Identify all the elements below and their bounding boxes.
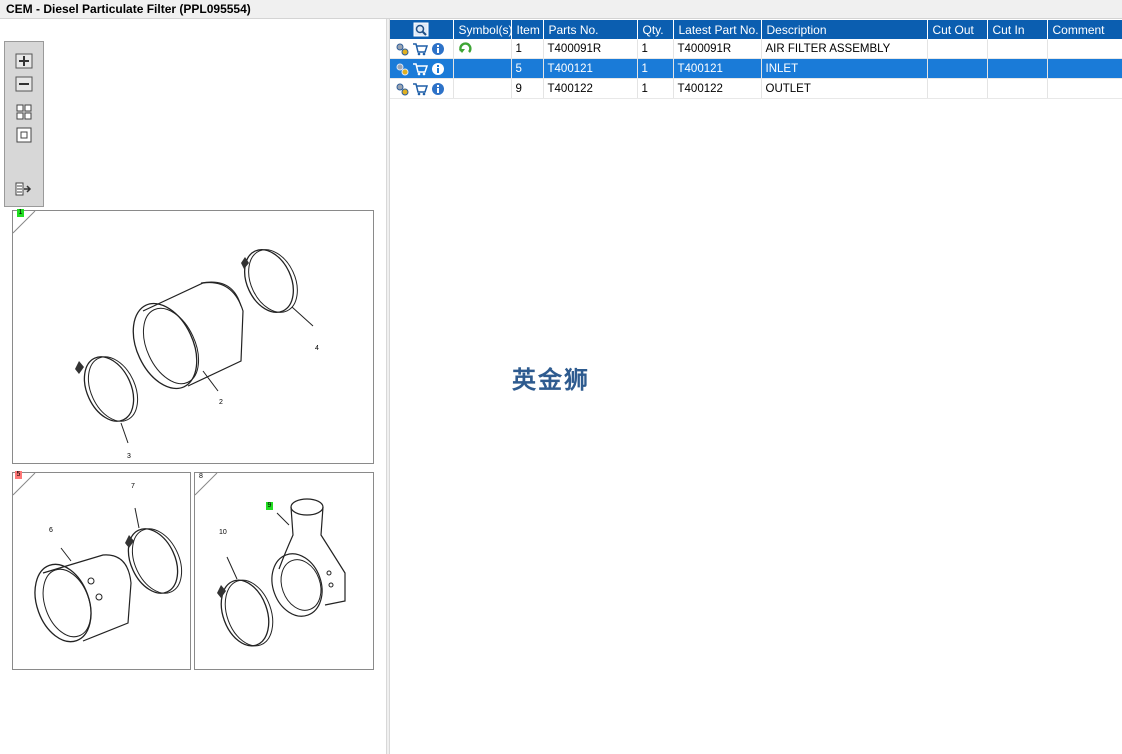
window-title-bar: CEM - Diesel Particulate Filter (PPL0955… bbox=[0, 0, 1122, 19]
item-badge[interactable]: 9 bbox=[266, 502, 273, 510]
latest-part-no-cell: T400121 bbox=[673, 58, 762, 79]
single-view-icon bbox=[16, 127, 32, 143]
parts-no-cell: T400122 bbox=[543, 78, 638, 99]
qty-cell: 1 bbox=[637, 78, 674, 99]
qty-cell: 1 bbox=[637, 58, 674, 79]
zoom-out-icon bbox=[15, 76, 33, 92]
cut-out-cell bbox=[927, 39, 988, 59]
figure-label: 8 bbox=[199, 473, 203, 480]
comment-cell bbox=[1047, 78, 1122, 99]
column-header-latest-part-no[interactable]: Latest Part No. bbox=[673, 20, 762, 39]
info-icon[interactable] bbox=[431, 82, 445, 96]
symbol-cell bbox=[453, 39, 512, 59]
illustration-pane: 1 2 3 4 5 6 7 8 9 10 bbox=[0, 19, 386, 754]
parts-list-pane: Symbol(s) Item Parts No. Qty. Latest Par… bbox=[390, 19, 1122, 754]
zoom-in-icon bbox=[15, 53, 33, 69]
column-header-qty[interactable]: Qty. bbox=[637, 20, 674, 39]
cut-in-cell bbox=[987, 78, 1048, 99]
column-header-symbols[interactable]: Symbol(s) bbox=[453, 20, 512, 39]
shopping-cart-icon[interactable] bbox=[412, 62, 428, 76]
single-view-button[interactable] bbox=[14, 126, 34, 144]
grid-view-icon bbox=[16, 104, 32, 120]
row-actions bbox=[390, 78, 454, 99]
callout-label[interactable]: 6 bbox=[49, 527, 53, 534]
column-header-item[interactable]: Item bbox=[511, 20, 544, 39]
cut-out-cell bbox=[927, 58, 988, 79]
search-parts-icon bbox=[413, 22, 429, 37]
viewer-toolbox bbox=[4, 41, 44, 207]
parts-no-cell: T400091R bbox=[543, 39, 638, 59]
description-cell: OUTLET bbox=[761, 78, 928, 99]
latest-part-no-cell: T400091R bbox=[673, 39, 762, 59]
item-cell: 9 bbox=[511, 78, 544, 99]
column-header-cut-out[interactable]: Cut Out bbox=[927, 20, 988, 39]
parts-no-cell: T400121 bbox=[543, 58, 638, 79]
cut-in-cell bbox=[987, 39, 1048, 59]
table-row-selected[interactable]: 5 T400121 1 T400121 INLET bbox=[390, 58, 1122, 79]
item-badge[interactable]: 1 bbox=[17, 209, 24, 217]
callout-label[interactable]: 7 bbox=[131, 483, 135, 490]
shopping-cart-icon[interactable] bbox=[412, 42, 428, 56]
inlet-drawing bbox=[13, 473, 183, 643]
column-header-parts-no[interactable]: Parts No. bbox=[543, 20, 638, 39]
column-header-description[interactable]: Description bbox=[761, 20, 928, 39]
comment-cell bbox=[1047, 58, 1122, 79]
zoom-in-button[interactable] bbox=[14, 52, 34, 70]
zoom-out-button[interactable] bbox=[14, 75, 34, 93]
table-row[interactable]: 9 T400122 1 T400122 OUTLET bbox=[390, 78, 1122, 99]
table-header-row: Symbol(s) Item Parts No. Qty. Latest Par… bbox=[390, 20, 1122, 39]
callout-label[interactable]: 2 bbox=[219, 399, 223, 406]
description-cell: AIR FILTER ASSEMBLY bbox=[761, 39, 928, 59]
gears-icon[interactable] bbox=[395, 62, 409, 76]
item-cell: 1 bbox=[511, 39, 544, 59]
grid-view-button[interactable] bbox=[14, 103, 34, 121]
callout-label[interactable]: 3 bbox=[127, 453, 131, 460]
figure-8[interactable]: 8 9 10 bbox=[194, 472, 374, 670]
export-button[interactable] bbox=[14, 180, 34, 198]
export-icon bbox=[15, 182, 32, 196]
comment-cell bbox=[1047, 39, 1122, 59]
gears-icon[interactable] bbox=[395, 82, 409, 96]
watermark-text: 英金狮 bbox=[512, 366, 590, 394]
item-cell: 5 bbox=[511, 58, 544, 79]
outlet-drawing bbox=[195, 473, 346, 647]
callout-label[interactable]: 10 bbox=[219, 529, 227, 536]
shopping-cart-icon[interactable] bbox=[412, 82, 428, 96]
symbol-cell bbox=[453, 58, 512, 79]
interchangeability-icon bbox=[458, 41, 472, 53]
symbol-cell bbox=[453, 78, 512, 99]
latest-part-no-cell: T400122 bbox=[673, 78, 762, 99]
item-badge[interactable]: 5 bbox=[15, 471, 22, 479]
description-cell: INLET bbox=[761, 58, 928, 79]
info-icon[interactable] bbox=[431, 42, 445, 56]
column-header-comment[interactable]: Comment bbox=[1047, 20, 1122, 39]
cut-in-cell bbox=[987, 58, 1048, 79]
figure-1[interactable]: 1 2 3 4 bbox=[12, 209, 374, 464]
parts-table: Symbol(s) Item Parts No. Qty. Latest Par… bbox=[390, 20, 1122, 99]
info-icon[interactable] bbox=[431, 62, 445, 76]
callout-label[interactable]: 4 bbox=[315, 345, 319, 352]
qty-cell: 1 bbox=[637, 39, 674, 59]
row-actions bbox=[390, 58, 454, 79]
table-row[interactable]: 1 T400091R 1 T400091R AIR FILTER ASSEMBL… bbox=[390, 39, 1122, 59]
column-header-cut-in[interactable]: Cut In bbox=[987, 20, 1048, 39]
air-filter-drawing bbox=[13, 211, 314, 444]
figure-5[interactable]: 5 6 7 bbox=[12, 471, 191, 670]
column-header-actions[interactable] bbox=[390, 20, 454, 39]
gears-icon[interactable] bbox=[395, 42, 409, 56]
cut-out-cell bbox=[927, 78, 988, 99]
window-title: CEM - Diesel Particulate Filter (PPL0955… bbox=[6, 2, 251, 16]
row-actions bbox=[390, 39, 454, 59]
